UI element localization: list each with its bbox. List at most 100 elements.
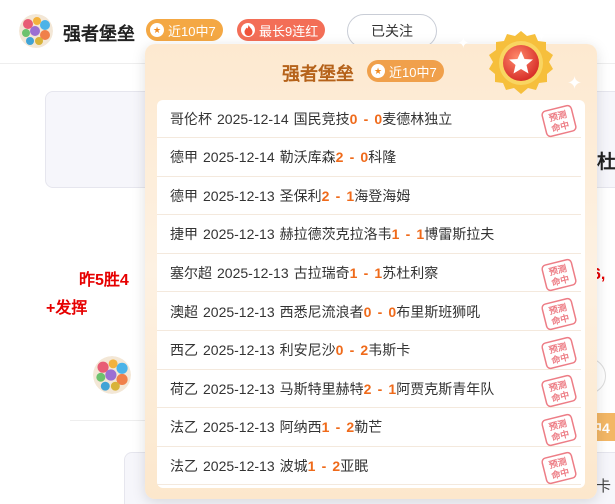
away-score: 2 (360, 342, 369, 359)
home-score: 1 (391, 226, 400, 243)
popup-streak-label: 近10中7 (389, 64, 437, 80)
score-separator: - (335, 187, 341, 204)
match-date: 2025-12-13 (203, 419, 275, 436)
home-score: 0 (363, 303, 372, 320)
away-score: 0 (388, 303, 397, 320)
prediction-hit-stamp-icon: 预测命中 (541, 336, 577, 369)
match-row[interactable]: 德甲 2025-12-13 圣保利 2-1 海登海姆 (157, 177, 581, 216)
away-team: 阿贾克斯青年队 (396, 380, 495, 397)
avatar-image (93, 356, 131, 394)
match-date: 2025-12-13 (203, 303, 275, 320)
home-team: 波城 (279, 457, 308, 474)
away-score: 1 (416, 226, 425, 243)
match-league: 塞尔超 (170, 264, 212, 281)
score-separator: - (321, 457, 327, 474)
home-team: 利安尼沙 (279, 342, 336, 359)
expert-name[interactable]: 强者堡垒 (63, 20, 135, 46)
avatar[interactable] (93, 356, 131, 394)
home-score: 0 (335, 342, 344, 359)
streak-badge-label: 近10中7 (168, 23, 216, 39)
sparkle-icon: ✦ (457, 35, 470, 52)
home-team: 赫拉德茨克拉洛韦 (279, 226, 392, 243)
away-score: 1 (388, 380, 397, 397)
match-league: 西乙 (170, 342, 198, 359)
star-medal-icon (489, 31, 553, 94)
away-score: 1 (346, 187, 355, 204)
home-score: 0 (349, 110, 358, 127)
score-separator: - (405, 226, 411, 243)
article-red-text-line2: +发挥 (46, 300, 88, 317)
match-row[interactable]: 塞尔超 2025-12-13 古拉瑞奇 1-1 苏杜利察 预测 命中 (157, 254, 581, 293)
away-score: 0 (360, 149, 369, 166)
away-team: 科隆 (368, 149, 397, 166)
match-league: 德甲 (170, 149, 198, 166)
home-score: 1 (321, 419, 330, 436)
prediction-hit-stamp-icon: 预测命中 (541, 259, 577, 292)
score-separator: - (363, 264, 369, 281)
match-date: 2025-12-13 (203, 342, 275, 359)
match-league: 荷乙 (170, 380, 198, 397)
match-date: 2025-12-14 (203, 149, 275, 166)
star-badge-icon: ★ (150, 23, 164, 37)
score-separator: - (335, 419, 341, 436)
away-team: 麦德林独立 (382, 110, 453, 127)
away-team: 布里斯班狮吼 (396, 303, 481, 320)
home-team: 西悉尼流浪者 (279, 303, 364, 320)
home-team: 圣保利 (279, 187, 322, 204)
match-league: 哥伦杯 (170, 110, 212, 127)
match-league: 澳超 (170, 303, 198, 320)
record-popup: ✦ ✦ ✦ 强者堡垒 ★ 近10中7 哥伦杯 2025-12-14 国民竞技 0-0 麦… (145, 31, 597, 499)
streak-badge[interactable]: ★ 近10中7 (146, 19, 223, 41)
score-separator: - (377, 303, 383, 320)
home-team: 阿纳西 (279, 419, 322, 436)
home-team: 马斯特里赫特 (279, 380, 364, 397)
home-score: 2 (335, 149, 344, 166)
score-separator: - (349, 342, 355, 359)
away-team: 海登海姆 (354, 187, 411, 204)
match-date: 2025-12-13 (203, 457, 275, 474)
match-row[interactable]: 德甲 2025-12-14 勒沃库森 2-0 科隆 (157, 139, 581, 177)
avatar-image (19, 14, 53, 48)
match-row[interactable]: 法乙 2025-12-13 波城 1-2 亚眠 预测 命中 (157, 447, 581, 486)
background-text-fragment: 卡 (596, 478, 612, 495)
match-date: 2025-12-13 (203, 226, 275, 243)
popup-streak-badge: ★ 近10中7 (367, 60, 444, 82)
match-row[interactable]: 捷甲 2025-12-13 赫拉德茨克拉洛韦 1-1 博雷斯拉夫 (157, 216, 581, 254)
prediction-hit-stamp-icon: 预测命中 (541, 413, 577, 446)
follow-button[interactable]: 已关注 (347, 14, 437, 48)
home-score: 2 (363, 380, 372, 397)
sparkle-icon: ✦ (567, 73, 583, 93)
home-team: 勒沃库森 (279, 149, 336, 166)
match-row[interactable]: 法乙 2025-12-13 阿纳西 1-2 勒芒 预测 命中 (157, 409, 581, 447)
away-team: 韦斯卡 (368, 342, 411, 359)
away-score: 2 (346, 419, 355, 436)
match-league: 法乙 (170, 419, 198, 436)
page: 强者堡垒 ★ 近10中7 最长9连红 已关注 杜 昨5胜4 6, +发挥 中4 … (0, 0, 615, 504)
away-score: 0 (374, 110, 383, 127)
match-row[interactable]: 西乙 2025-12-13 利安尼沙 0-2 韦斯卡 预测 命中 (157, 332, 581, 370)
away-team: 苏杜利察 (382, 264, 439, 281)
popup-title: 强者堡垒 (282, 64, 354, 84)
away-team: 博雷斯拉夫 (424, 226, 495, 243)
prediction-hit-stamp-icon: 预测命中 (541, 297, 577, 331)
match-date: 2025-12-13 (203, 187, 275, 204)
match-row[interactable]: 荷乙 2025-12-13 马斯特里赫特 2-1 阿贾克斯青年队 预测 命中 (157, 370, 581, 409)
max-streak-badge[interactable]: 最长9连红 (237, 19, 326, 41)
score-separator: - (363, 110, 369, 127)
away-team: 勒芒 (354, 419, 383, 436)
home-score: 1 (307, 457, 316, 474)
match-date: 2025-12-13 (203, 380, 275, 397)
prediction-hit-stamp-icon: 预测命中 (541, 104, 577, 138)
match-league: 捷甲 (170, 226, 198, 243)
match-record-list: 哥伦杯 2025-12-14 国民竞技 0-0 麦德林独立 预测 命中 德甲 2025-12-1… (157, 100, 585, 488)
score-separator: - (349, 149, 355, 166)
match-date: 2025-12-13 (217, 264, 289, 281)
flame-icon (241, 23, 255, 37)
match-row[interactable]: 哥伦杯 2025-12-14 国民竞技 0-0 麦德林独立 预测 命中 (157, 100, 581, 138)
star-badge-icon: ★ (371, 64, 385, 78)
prediction-hit-stamp-icon: 预测命中 (541, 452, 577, 485)
match-row[interactable]: 澳超 2025-12-13 西悉尼流浪者 0-0 布里斯班狮吼 预测 命中 (157, 293, 581, 331)
match-date: 2025-12-14 (217, 110, 289, 127)
home-score: 1 (349, 264, 358, 281)
avatar[interactable] (19, 14, 53, 48)
